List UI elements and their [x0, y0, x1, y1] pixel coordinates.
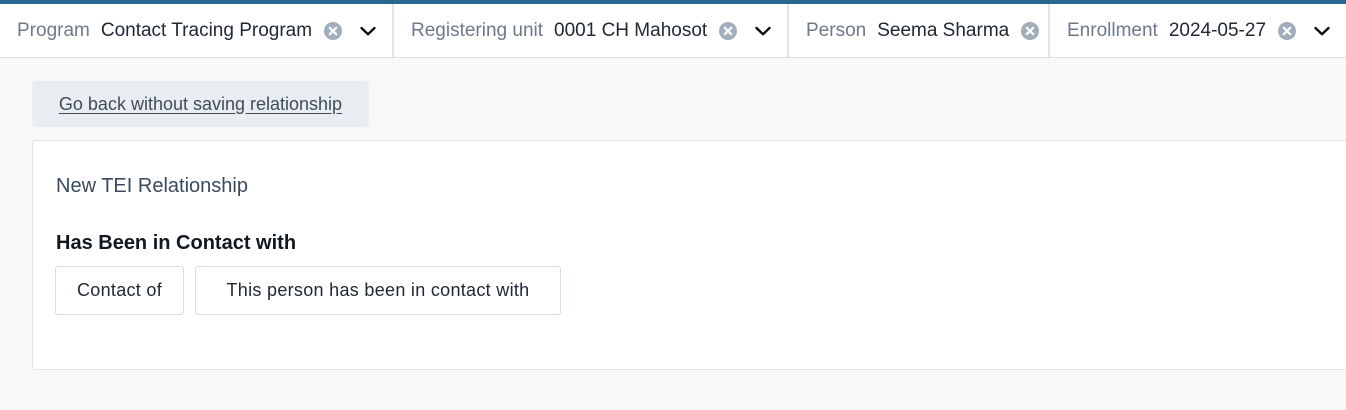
context-item-person[interactable]: Person Seema Sharma [789, 4, 1050, 57]
new-relationship-panel: New TEI Relationship Has Been in Contact… [32, 140, 1346, 370]
context-value: 2024-05-27 [1168, 19, 1267, 41]
context-value: Seema Sharma [877, 19, 1010, 41]
chevron-down-icon[interactable] [1312, 21, 1332, 41]
context-label: Person [806, 19, 867, 41]
clear-icon[interactable] [1278, 21, 1297, 40]
context-label: Program [17, 19, 90, 41]
panel-title: New TEI Relationship [56, 175, 248, 197]
context-selector-bar: Program Contact Tracing Program Register… [0, 4, 1346, 58]
context-item-enrollment[interactable]: Enrollment 2024-05-27 [1050, 4, 1346, 57]
contact-of-button[interactable]: Contact of [55, 266, 184, 315]
context-label: Enrollment [1067, 19, 1158, 41]
chevron-down-icon[interactable] [358, 21, 378, 41]
context-item-program[interactable]: Program Contact Tracing Program [0, 4, 394, 57]
context-value: Contact Tracing Program [100, 19, 313, 41]
context-item-registering-unit[interactable]: Registering unit 0001 CH Mahosot [394, 4, 789, 57]
clear-icon[interactable] [324, 21, 343, 40]
context-value: 0001 CH Mahosot [554, 19, 708, 41]
go-back-button[interactable]: Go back without saving relationship [32, 81, 369, 127]
chevron-down-icon[interactable] [753, 21, 773, 41]
clear-icon[interactable] [1021, 21, 1040, 40]
context-label: Registering unit [411, 19, 544, 41]
relationship-type-title: Has Been in Contact with [56, 232, 297, 254]
has-been-in-contact-with-button[interactable]: This person has been in contact with [195, 266, 561, 315]
clear-icon[interactable] [719, 21, 738, 40]
